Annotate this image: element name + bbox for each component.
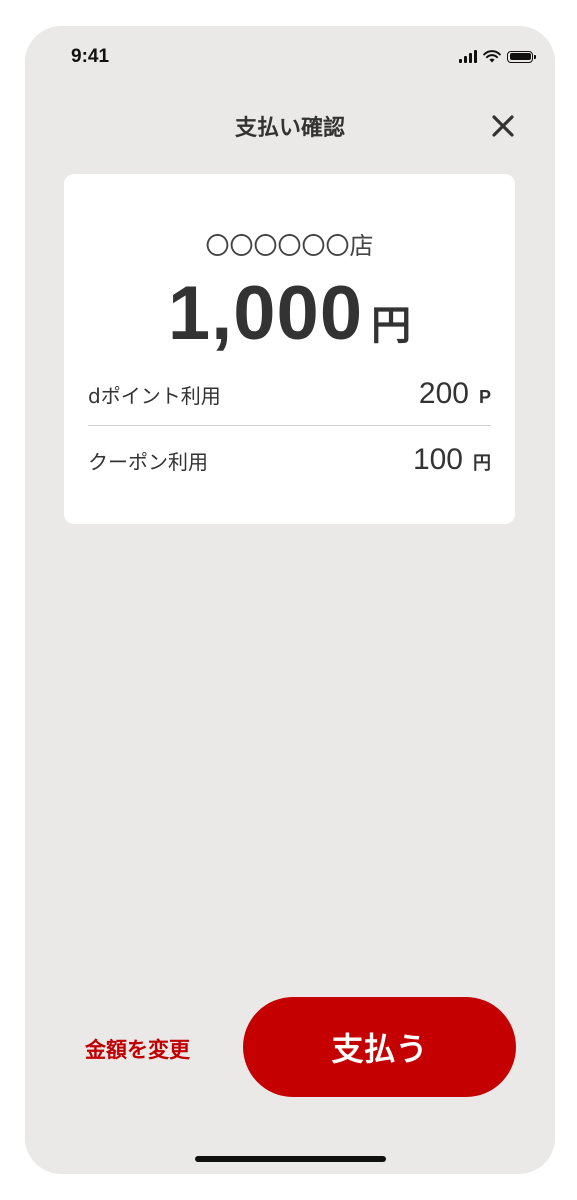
dpoint-usage-value: 200: [418, 377, 469, 410]
signal-icon: [459, 50, 477, 63]
status-time: 9:41: [71, 46, 110, 67]
dpoint-usage-row: dポイント利用 200 P: [88, 374, 491, 414]
dpoint-usage-label: dポイント利用: [88, 383, 221, 408]
change-amount-link[interactable]: 金額を変更: [85, 1034, 190, 1064]
battery-icon: [507, 50, 536, 63]
close-button[interactable]: [489, 112, 517, 140]
phone-screen: 9:41 支払い確認 〇〇〇〇〇〇店 1,000 円 dポイント利用 200 P…: [25, 26, 555, 1174]
coupon-usage-value: 100: [412, 443, 463, 476]
store-name: 〇〇〇〇〇〇店: [205, 232, 374, 260]
dpoint-usage-unit: P: [478, 387, 491, 407]
pay-button[interactable]: 支払う: [243, 997, 516, 1097]
home-indicator: [195, 1156, 386, 1162]
amount-value: 1,000: [167, 271, 364, 356]
amount-unit: 円: [371, 303, 412, 349]
wifi-icon: [483, 50, 501, 63]
status-bar: 9:41: [25, 26, 555, 86]
payment-amount: 1,000 円: [64, 270, 515, 357]
coupon-usage-row: クーポン利用 100 円: [88, 440, 491, 480]
coupon-usage-label: クーポン利用: [88, 449, 208, 474]
dpoint-usage-amount: 200 P: [419, 377, 491, 411]
close-icon: [492, 115, 514, 137]
payment-summary-card: 〇〇〇〇〇〇店 1,000 円 dポイント利用 200 P クーポン利用 100 円: [64, 174, 515, 524]
coupon-usage-amount: 100 円: [413, 443, 491, 477]
divider: [88, 425, 491, 426]
coupon-usage-unit: 円: [473, 453, 491, 473]
page-title: 支払い確認: [234, 116, 345, 141]
status-icons: [459, 50, 536, 63]
